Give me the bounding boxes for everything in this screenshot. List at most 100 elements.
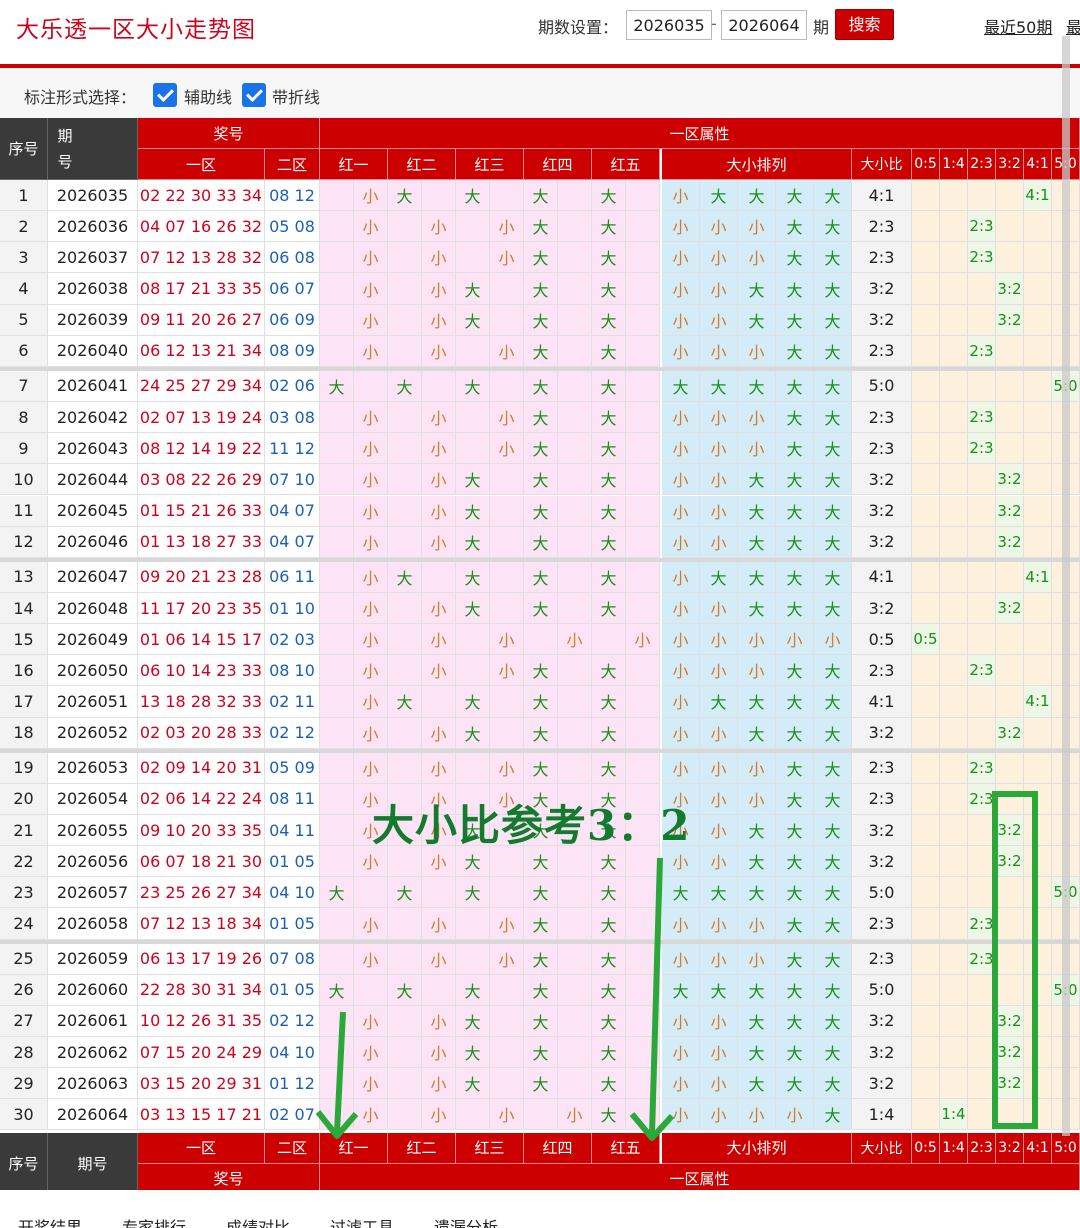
red-2-small-cell: 小 xyxy=(422,273,456,305)
red-3-big-cell: 大 xyxy=(456,495,490,527)
red-3-small-cell: 小 xyxy=(490,242,524,274)
red-3-small-cell xyxy=(490,273,524,305)
red-2-small-cell: 小 xyxy=(422,717,456,749)
ratio-cell: 3:2 xyxy=(996,464,1024,496)
tab-filter-tool[interactable]: 过滤工具 xyxy=(330,1214,394,1228)
ratio-cell xyxy=(996,686,1024,718)
red-5-big-cell: 大 xyxy=(592,526,626,558)
period-to-input[interactable] xyxy=(721,10,807,40)
red-1-big-cell xyxy=(320,1037,354,1069)
red-2-small-cell: 小 xyxy=(422,1068,456,1100)
order-cell: 大 xyxy=(776,495,814,527)
assist-line-label[interactable]: 辅助线 xyxy=(184,84,232,108)
ratio-cell xyxy=(1024,273,1052,305)
row-red-balls: 06 07 18 21 30 xyxy=(138,846,265,878)
red-1-big-cell xyxy=(320,1068,354,1100)
red-2-small-cell: 小 xyxy=(422,1099,456,1131)
order-cell: 大 xyxy=(738,686,776,718)
ratio-cell: 2:3 xyxy=(968,655,996,687)
row-ratio: 3:2 xyxy=(852,592,912,625)
row-issue: 2026054 xyxy=(48,783,138,815)
row-red-balls: 07 12 13 18 34 xyxy=(138,908,265,940)
tab-compare[interactable]: 成绩对比 xyxy=(226,1214,290,1228)
order-cell: 大 xyxy=(776,686,814,718)
row-blue-balls: 05 08 xyxy=(265,211,320,243)
red-5-small-cell xyxy=(626,686,660,718)
order-cell: 大 xyxy=(738,815,776,847)
red-1-small-cell: 小 xyxy=(354,1068,388,1100)
red-3-big-cell: 大 xyxy=(456,273,490,305)
search-button[interactable]: 搜索 xyxy=(835,9,894,40)
row-red-balls: 09 11 20 26 27 xyxy=(138,304,265,336)
red-1-big-cell xyxy=(320,943,354,975)
red-4-big-cell: 大 xyxy=(524,402,558,434)
order-cell: 大 xyxy=(776,1068,814,1100)
row-issue: 2026058 xyxy=(48,908,138,940)
row-issue: 2026044 xyxy=(48,464,138,496)
tab-results[interactable]: 开奖结果 xyxy=(18,1214,82,1228)
red-1-small-cell: 小 xyxy=(354,624,388,656)
order-cell: 大 xyxy=(814,717,852,749)
red-3-small-cell: 小 xyxy=(490,908,524,940)
red-4-small-cell xyxy=(558,402,592,434)
row-seq: 4 xyxy=(0,273,48,305)
order-cell: 大 xyxy=(814,783,852,815)
footer-red-1: 红一 xyxy=(320,1132,388,1164)
red-2-big-cell xyxy=(388,526,422,558)
ratio-cell xyxy=(912,242,940,274)
tab-expert-rank[interactable]: 专家排行 xyxy=(122,1214,186,1228)
options-bar: 标注形式选择： 辅助线 带折线 xyxy=(0,68,1080,120)
row-red-balls: 01 06 14 15 17 xyxy=(138,624,265,656)
recent-more-link[interactable]: 最 xyxy=(1066,14,1080,38)
scrollbar[interactable] xyxy=(1062,36,1070,1136)
order-cell: 小 xyxy=(700,242,738,274)
red-2-small-cell xyxy=(422,877,456,909)
ratio-cell xyxy=(940,592,968,625)
assist-line-checkbox[interactable] xyxy=(153,83,177,107)
row-red-balls: 02 09 14 20 31 xyxy=(138,752,265,784)
order-cell: 大 xyxy=(738,464,776,496)
ratio-cell xyxy=(968,370,996,403)
red-3-big-cell xyxy=(456,624,490,656)
red-1-small-cell: 小 xyxy=(354,943,388,975)
fold-line-checkbox[interactable] xyxy=(242,83,266,107)
ratio-cell xyxy=(968,1037,996,1069)
order-cell: 大 xyxy=(662,370,700,403)
row-issue: 2026035 xyxy=(48,180,138,212)
ratio-cell xyxy=(1024,717,1052,749)
row-red-balls: 06 12 13 21 34 xyxy=(138,335,265,367)
ratio-cell xyxy=(940,433,968,465)
order-cell: 大 xyxy=(814,433,852,465)
order-cell: 小 xyxy=(738,655,776,687)
tab-omission[interactable]: 遗漏分析 xyxy=(434,1214,498,1228)
ratio-cell xyxy=(996,370,1024,403)
row-issue: 2026059 xyxy=(48,943,138,975)
red-5-big-cell: 大 xyxy=(592,655,626,687)
red-5-big-cell: 大 xyxy=(592,943,626,975)
row-seq: 15 xyxy=(0,624,48,656)
recent-50-link[interactable]: 最近50期 xyxy=(984,14,1052,38)
period-from-input[interactable] xyxy=(626,10,712,40)
red-5-small-cell xyxy=(626,304,660,336)
order-cell: 大 xyxy=(700,974,738,1006)
ratio-cell xyxy=(912,1005,940,1038)
red-4-small-cell xyxy=(558,335,592,367)
row-red-balls: 01 15 21 26 33 xyxy=(138,495,265,527)
order-cell: 大 xyxy=(776,561,814,593)
footer-zone1: 一区 xyxy=(138,1132,265,1164)
red-3-big-cell: 大 xyxy=(456,592,490,625)
order-cell: 大 xyxy=(814,464,852,496)
ratio-cell xyxy=(968,815,996,847)
red-1-small-cell: 小 xyxy=(354,561,388,593)
ratio-cell xyxy=(968,180,996,212)
red-2-big-cell xyxy=(388,335,422,367)
order-cell: 小 xyxy=(662,211,700,243)
row-red-balls: 08 12 14 19 22 xyxy=(138,433,265,465)
fold-line-label[interactable]: 带折线 xyxy=(272,84,320,108)
ratio-cell xyxy=(968,1005,996,1038)
footer-ratio-col: 2:3 xyxy=(968,1132,996,1164)
ratio-cell xyxy=(1024,752,1052,784)
red-3-small-cell: 小 xyxy=(490,1099,524,1131)
order-cell: 小 xyxy=(738,242,776,274)
row-red-balls: 07 15 20 24 29 xyxy=(138,1037,265,1069)
